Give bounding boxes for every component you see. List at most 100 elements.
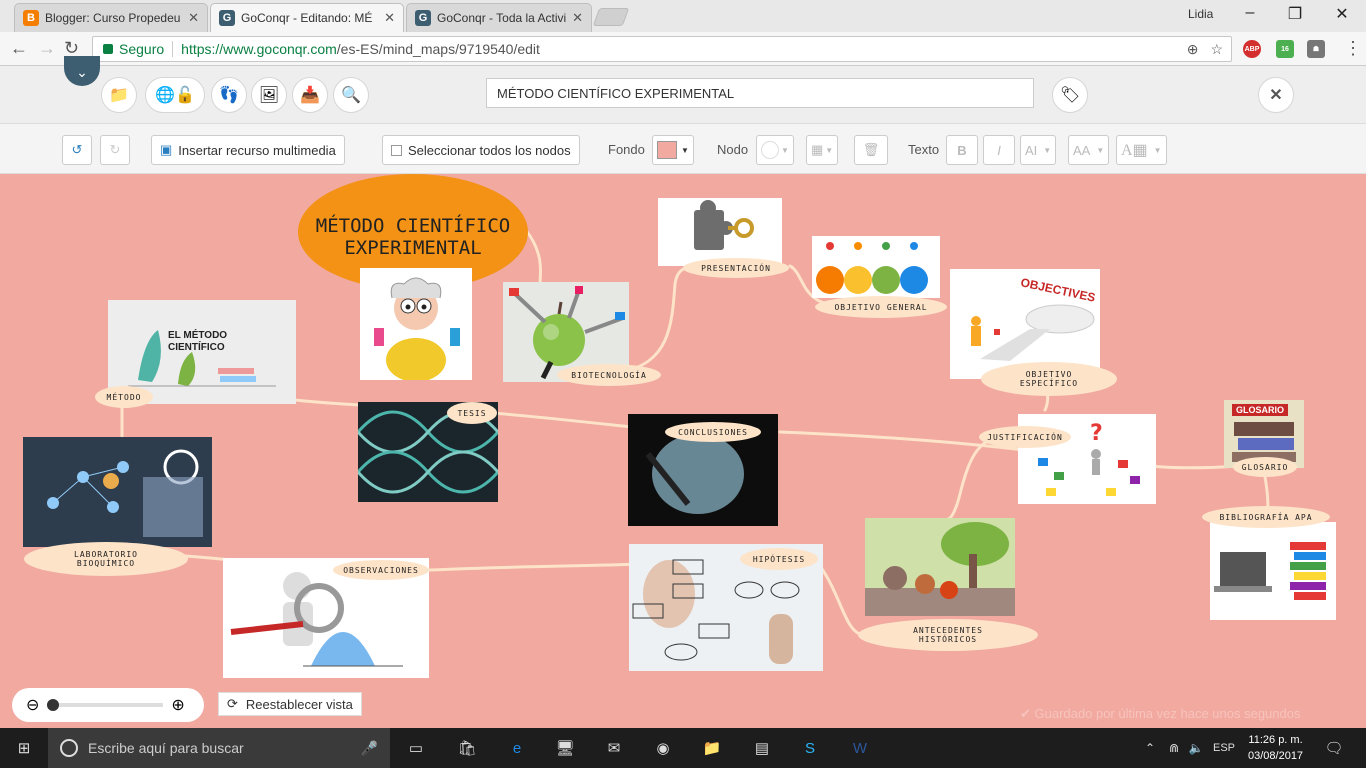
font-size-picker[interactable]: AI ▼ — [1020, 135, 1057, 165]
extension-badge-icon[interactable]: 16 — [1276, 40, 1294, 58]
extension-icon[interactable]: ☗ — [1307, 40, 1325, 58]
url-field[interactable]: Seguro https://www.goconqr.com/es-ES/min… — [92, 36, 1232, 62]
skype-icon[interactable]: S — [798, 736, 822, 760]
node-presentacion[interactable]: PRESENTACIÓN — [683, 258, 789, 278]
zoom-slider-handle[interactable] — [47, 699, 60, 711]
folder-icon: 📁 — [109, 87, 129, 104]
node-conclusiones[interactable]: CONCLUSIONES — [665, 422, 761, 442]
close-editor-button[interactable]: ✕ — [1258, 77, 1294, 113]
search-button[interactable]: 🔍 — [333, 77, 369, 113]
redo-button[interactable]: ↻ — [100, 135, 130, 165]
select-all-label: Seleccionar todos los nodos — [408, 142, 571, 158]
italic-button[interactable]: I — [983, 135, 1015, 165]
saved-status: ✔ Guardado por última vez hace unos segu… — [1020, 706, 1300, 722]
node-tesis[interactable]: TESIS — [447, 402, 497, 424]
node-hipotesis[interactable]: HIPÓTESIS — [740, 548, 818, 570]
metodo-card-text: EL MÉTODO CIENTÍFICO — [168, 330, 228, 353]
background-color-picker[interactable]: ▼ — [652, 135, 694, 165]
node-metodo[interactable]: MÉTODO — [95, 386, 153, 408]
adblock-icon[interactable]: ABP — [1243, 40, 1261, 58]
zoom-out-icon[interactable]: ⊖ — [26, 695, 39, 715]
touch-network-image[interactable] — [23, 437, 212, 547]
desktop-app-icon[interactable]: 🖥 — [553, 736, 577, 760]
file-explorer-icon[interactable]: 📁 — [700, 736, 724, 760]
node-bibliografia-apa[interactable]: BIBLIOGRAFÍA APA — [1202, 506, 1330, 528]
palette-icon: ▦ — [811, 142, 824, 157]
bold-button[interactable]: B — [946, 135, 978, 165]
scientist-image[interactable] — [360, 268, 472, 380]
font-size-icon: AI — [1025, 142, 1038, 158]
browser-tab-goconqr-activity[interactable]: G GoConqr - Toda la Activi ✕ — [406, 3, 592, 32]
word-icon[interactable]: W — [848, 736, 872, 760]
import-button[interactable]: 📥 — [292, 77, 328, 113]
forward-icon[interactable]: → — [38, 38, 56, 59]
new-tab-button[interactable] — [592, 8, 630, 26]
microphone-icon[interactable]: 🎤 — [361, 740, 378, 757]
laptop-books-image[interactable] — [1210, 522, 1336, 620]
task-view-icon[interactable]: ▭ — [404, 736, 428, 760]
collapse-toggle-button[interactable]: ⌄ — [64, 56, 100, 86]
browser-tab-goconqr-edit[interactable]: G GoConqr - Editando: MÉ ✕ — [210, 3, 404, 32]
edge-icon[interactable]: e — [505, 736, 529, 760]
bookmark-star-icon[interactable]: ☆ — [1210, 41, 1223, 58]
notification-icon[interactable]: 🗨 — [1322, 736, 1346, 760]
globe-lock-icon: 🌐🔓 — [155, 87, 195, 104]
folder-button[interactable]: 📁 — [101, 77, 137, 113]
image-button[interactable]: 🖼 — [251, 77, 287, 113]
insert-media-button[interactable]: ▣ Insertar recurso multimedia — [151, 135, 345, 165]
close-tab-icon[interactable]: ✕ — [572, 10, 583, 26]
mindmap-title-input[interactable] — [486, 78, 1034, 108]
text-case-picker[interactable]: AA ▼ — [1068, 135, 1110, 165]
windows-start-icon[interactable]: ⊞ — [12, 736, 36, 760]
check-icon: ✔ — [1020, 706, 1031, 721]
zoom-in-icon[interactable]: ⊕ — [171, 695, 184, 715]
back-icon[interactable]: ← — [10, 38, 28, 59]
store-icon[interactable]: 🛍 — [455, 736, 479, 760]
close-tab-icon[interactable]: ✕ — [384, 10, 395, 26]
node-observaciones[interactable]: OBSERVACIONES — [333, 560, 429, 580]
unadm-app-icon[interactable]: ▤ — [750, 736, 774, 760]
zoom-page-icon[interactable]: ⊕ — [1187, 41, 1199, 58]
history-painting-image[interactable] — [865, 518, 1015, 616]
puzzle-key-image[interactable] — [658, 198, 782, 266]
node-color-picker[interactable]: ▦ ▼ — [806, 135, 839, 165]
select-all-checkbox[interactable] — [391, 144, 402, 156]
mindmap-canvas[interactable]: MÉTODO CIENTÍFICO EXPERIMENTAL OBJECTIVE… — [0, 174, 1366, 728]
node-laboratorio-bioquimico[interactable]: LABORATORIO BIOQUÍMICO — [24, 542, 188, 576]
chrome-icon[interactable]: ◉ — [651, 736, 675, 760]
node-shape-picker[interactable]: ▼ — [756, 135, 794, 165]
wifi-icon[interactable]: ⋒ — [1162, 736, 1186, 760]
node-biotecnologia[interactable]: BIOTECNOLOGÍA — [557, 364, 661, 386]
language-indicator[interactable]: ESP — [1210, 736, 1238, 760]
browser-tab-blogger[interactable]: B Blogger: Curso Propedeu ✕ — [14, 3, 208, 32]
node-objetivo-especifico[interactable]: OBJETIVO ESPECÍFICO — [981, 362, 1117, 396]
node-justificacion[interactable]: JUSTIFICACIÓN — [979, 426, 1071, 448]
address-bar: ← → ↻ Seguro https://www.goconqr.com/es-… — [0, 32, 1366, 66]
select-all-nodes-button[interactable]: Seleccionar todos los nodos — [382, 135, 580, 165]
footprint-button[interactable]: 👣 — [211, 77, 247, 113]
taskbar-clock[interactable]: 11:26 p. m. 03/08/2017 — [1248, 732, 1303, 764]
undo-button[interactable]: ↺ — [62, 135, 92, 165]
privacy-button[interactable]: 🌐🔓 — [145, 77, 205, 113]
chrome-menu-icon[interactable]: ⋮ — [1344, 38, 1362, 59]
zoom-slider[interactable] — [47, 699, 164, 711]
close-tab-icon[interactable]: ✕ — [188, 10, 199, 26]
volume-icon[interactable]: 🔈 — [1184, 736, 1208, 760]
node-objetivo-general[interactable]: OBJETIVO GENERAL — [815, 296, 947, 318]
delete-node-button[interactable]: 🗑 — [854, 135, 888, 165]
node-glosario[interactable]: GLOSARIO — [1233, 457, 1297, 477]
reset-view-button[interactable]: ⟳ Reestablecer vista — [218, 692, 362, 716]
lock-icon — [103, 44, 113, 54]
minimize-icon[interactable]: – — [1240, 4, 1260, 22]
reset-view-label: Reestablecer vista — [245, 696, 353, 712]
browser-user-name[interactable]: Lidia — [1188, 7, 1213, 21]
window-close-icon[interactable]: ✕ — [1332, 4, 1352, 24]
restore-icon[interactable]: ❐ — [1285, 4, 1305, 24]
text-color-picker[interactable]: A▦ ▼ — [1116, 135, 1167, 165]
tag-button[interactable]: 🏷 — [1052, 77, 1088, 113]
taskbar-search-box[interactable]: Escribe aquí para buscar 🎤 — [48, 728, 390, 768]
tray-chevron-up-icon[interactable]: ⌃ — [1138, 736, 1162, 760]
gears-people-image[interactable] — [812, 236, 940, 298]
mail-icon[interactable]: ✉ — [602, 736, 626, 760]
node-antecedentes-historicos[interactable]: ANTECEDENTES HISTÓRICOS — [858, 619, 1038, 651]
